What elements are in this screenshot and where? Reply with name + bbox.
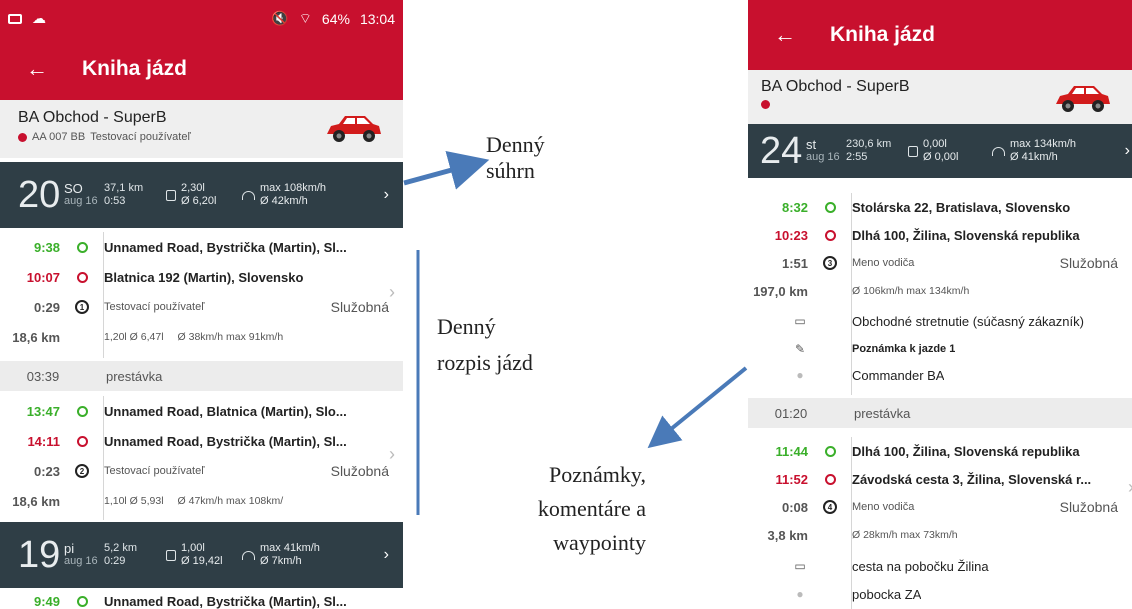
annotation-daily-summary: Denný súhrn bbox=[486, 132, 545, 183]
arrow-to-notes bbox=[647, 366, 748, 449]
annotation-notes: Poznámky, komentáre a waypointy bbox=[537, 462, 646, 555]
arrow-to-summary bbox=[403, 150, 490, 190]
annotation-daily-trips: Denný rozpis jázd bbox=[437, 314, 533, 375]
